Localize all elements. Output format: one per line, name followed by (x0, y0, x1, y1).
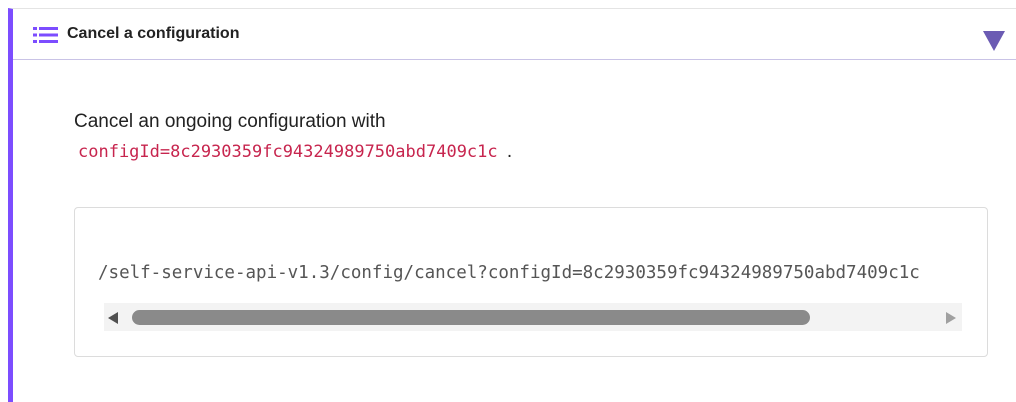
scroll-left-arrow-icon[interactable] (108, 312, 118, 324)
scroll-right-arrow-icon[interactable] (946, 312, 956, 324)
scrollbar-thumb[interactable] (132, 310, 810, 325)
description-text: Cancel an ongoing configuration with (74, 111, 386, 132)
section-header[interactable]: Cancel a configuration (13, 9, 1016, 60)
triangle-down-icon[interactable] (983, 31, 1005, 51)
list-numbered-icon (33, 27, 58, 43)
inline-code: configId=8c2930359fc94324989750abd7409c1… (78, 142, 498, 162)
code-block-text: /self-service-api-v1.3/config/cancel?con… (98, 263, 920, 283)
code-block: /self-service-api-v1.3/config/cancel?con… (74, 207, 988, 357)
description: Cancel an ongoing configuration with con… (74, 107, 512, 167)
section-title: Cancel a configuration (67, 25, 240, 42)
description-trailing: . (506, 141, 513, 162)
horizontal-scrollbar[interactable] (104, 303, 962, 331)
section-card: Cancel a configuration Cancel an ongoing… (8, 8, 1016, 402)
